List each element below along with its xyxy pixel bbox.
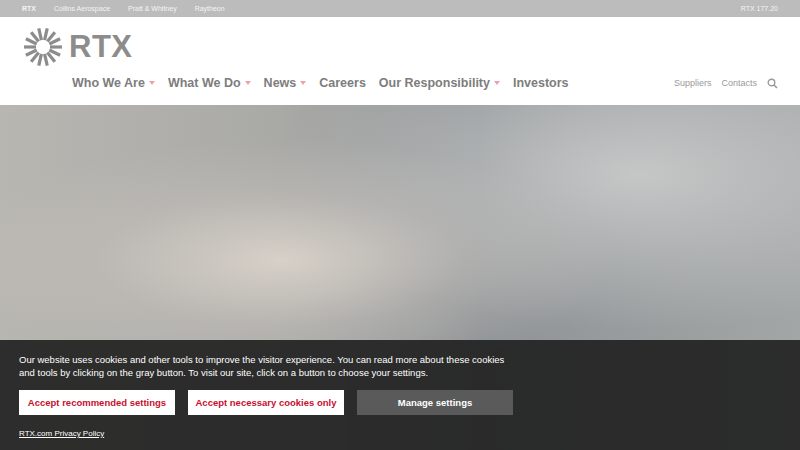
brand-link[interactable]: Pratt & Whitney xyxy=(128,5,177,12)
cookie-buttons: Accept recommended settings Accept necess… xyxy=(19,390,781,415)
header: RTX Who We Are What We Do News Careers Our Re… xyxy=(0,17,800,105)
cookie-button[interactable]: Accept recommended settings xyxy=(19,390,175,415)
cookie-banner: Our website uses cookies and other tools… xyxy=(0,340,800,450)
utility-link[interactable]: Contacts xyxy=(721,78,757,88)
cookie-button[interactable]: Manage settings xyxy=(357,390,513,415)
caret-icon xyxy=(494,81,500,85)
nav-item[interactable]: News xyxy=(264,76,307,90)
nav-item[interactable]: What We Do xyxy=(168,76,251,90)
main-nav: Who We Are What We Do News Careers Our Respo… xyxy=(22,76,778,90)
cookie-button[interactable]: Accept necessary cookies only xyxy=(188,390,344,415)
nav-item[interactable]: Investors xyxy=(513,76,569,90)
page: RTX Collins Aerospace Pratt & Whitney Rayth… xyxy=(0,0,800,450)
top-bar: RTX Collins Aerospace Pratt & Whitney Rayth… xyxy=(0,0,800,17)
caret-icon xyxy=(149,81,155,85)
utility-link[interactable]: Suppliers xyxy=(674,78,712,88)
logo-sunburst-icon xyxy=(22,26,64,68)
caret-icon xyxy=(300,81,306,85)
utility-nav: Suppliers Contacts xyxy=(674,78,778,89)
nav-items: Who We Are What We Do News Careers Our Respo… xyxy=(72,76,569,90)
nav-item[interactable]: Who We Are xyxy=(72,76,155,90)
stock-price: RTX 177.20 xyxy=(741,5,778,12)
caret-icon xyxy=(245,81,251,85)
logo[interactable]: RTX xyxy=(22,28,778,66)
cookie-message: Our website uses cookies and other tools… xyxy=(19,353,514,379)
logo-text: RTX xyxy=(69,29,133,65)
hero-image: Our website uses cookies and other tools… xyxy=(0,105,800,450)
brand-links: RTX Collins Aerospace Pratt & Whitney Rayth… xyxy=(22,5,225,12)
brand-link[interactable]: Raytheon xyxy=(195,5,225,12)
privacy-link[interactable]: RTX.com Privacy Policy xyxy=(19,429,781,438)
nav-item[interactable]: Our Responsibility xyxy=(379,76,500,90)
search-icon[interactable] xyxy=(767,78,778,89)
brand-link[interactable]: Collins Aerospace xyxy=(54,5,110,12)
nav-item[interactable]: Careers xyxy=(319,76,366,90)
brand-link[interactable]: RTX xyxy=(22,5,36,12)
